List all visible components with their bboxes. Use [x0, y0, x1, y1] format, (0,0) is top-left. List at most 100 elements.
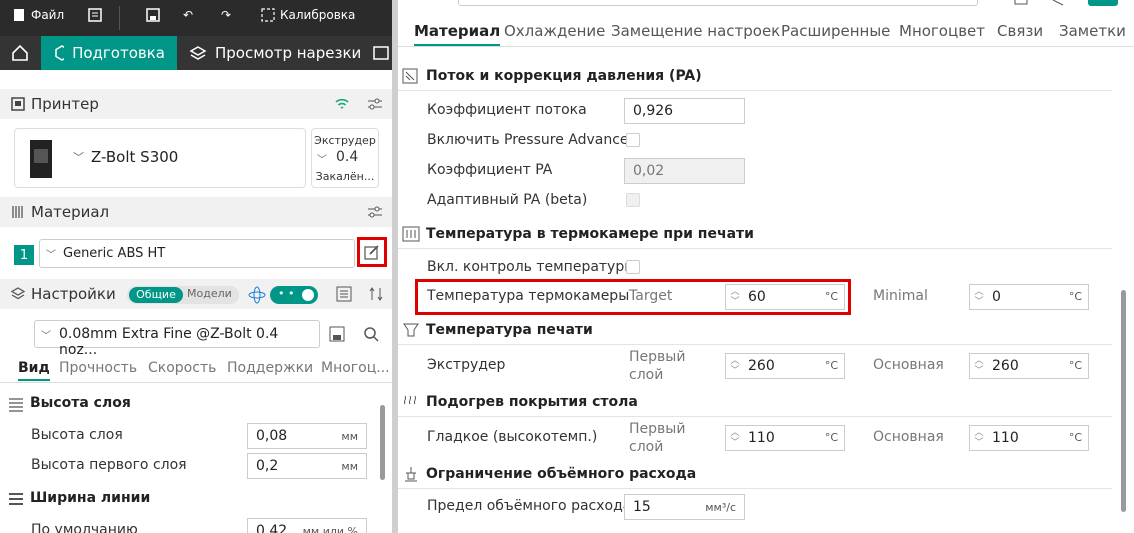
- toggle-common[interactable]: Общие: [129, 287, 183, 303]
- left-panel-scrollbar[interactable]: [380, 405, 385, 480]
- volumetric-input[interactable]: 15 мм³/с: [624, 494, 745, 520]
- spin-arrows-icon[interactable]: ︿ ﹀: [730, 356, 740, 378]
- subtab-speed[interactable]: Скорость: [148, 360, 216, 376]
- tab-cooling[interactable]: Охлаждение: [504, 22, 605, 40]
- volumetric-speed-icon: [405, 467, 417, 482]
- toolbar-divider: [119, 6, 120, 30]
- line-width-icon: [9, 493, 23, 505]
- tab-multimaterial[interactable]: Многоцвет: [899, 22, 985, 40]
- subtab-support[interactable]: Поддержки: [227, 360, 313, 376]
- dialog-scrollbar[interactable]: [1121, 290, 1126, 512]
- flow-ratio-input[interactable]: 0,926: [624, 98, 745, 124]
- layer-height-input[interactable]: 0,08 мм: [247, 423, 367, 449]
- save-button[interactable]: [146, 8, 160, 22]
- extruder-first-layer-unit: °C: [824, 359, 838, 372]
- first-layer-height-input[interactable]: 0,2 мм: [247, 453, 367, 479]
- advanced-toggle[interactable]: • •: [270, 286, 318, 304]
- calibration-menu[interactable]: Калибровка: [261, 8, 355, 22]
- chevron-down-icon: ﹀: [73, 151, 84, 164]
- default-line-width-input[interactable]: 0,42 мм или %: [247, 518, 367, 533]
- tab-setting-overrides[interactable]: Замещение настроек: [611, 22, 780, 40]
- heated-bed-icon: [403, 395, 417, 405]
- top-toolbar: Файл ↶ ↷ Калибровка: [0, 0, 400, 36]
- volumetric-section-header: Ограничение объёмного расхода: [398, 465, 1112, 489]
- toggle-models[interactable]: Модели: [187, 287, 232, 300]
- home-tab[interactable]: [0, 36, 40, 70]
- flow-ratio-label: Коэффициент потока: [427, 102, 587, 118]
- chevron-down-icon: ﹀: [317, 155, 327, 166]
- pa-ratio-label: Коэффициент PA: [427, 162, 553, 178]
- printer-settings-icon[interactable]: [367, 96, 383, 112]
- subtab-multimaterial[interactable]: Многоц...: [321, 360, 390, 376]
- pa-enable-checkbox[interactable]: [626, 133, 640, 147]
- toggle-knob: [302, 289, 314, 301]
- filament-slot-badge: 1: [14, 245, 34, 265]
- extruder-first-layer-input[interactable]: ︿ ﹀ 260 °C: [725, 353, 845, 379]
- search-icon[interactable]: [363, 326, 379, 342]
- menu-button[interactable]: [88, 8, 102, 22]
- printer-selector[interactable]: ﹀ Z-Bolt S300: [14, 128, 306, 188]
- extruder-first-layer-value: 260: [748, 358, 775, 374]
- layer-height-group-title: Высота слоя: [30, 395, 131, 411]
- file-menu[interactable]: Файл: [12, 8, 64, 22]
- first-layer-height-value: 0,2: [256, 458, 279, 474]
- subtab-quality[interactable]: Вид: [18, 360, 50, 381]
- volumetric-label: Предел объёмного расхода: [427, 498, 632, 514]
- calibration-icon: [261, 8, 275, 22]
- material-settings-icon[interactable]: [367, 204, 383, 220]
- undo-button[interactable]: ↶: [183, 8, 193, 22]
- tab-filament[interactable]: Материал: [414, 22, 501, 46]
- hardened-nozzle-label: Закалён...: [315, 170, 375, 183]
- pa-enable-label: Включить Pressure Advance: [427, 132, 629, 148]
- tab-prepare-label: Подготовка: [72, 44, 165, 62]
- tab-dependencies[interactable]: Связи: [997, 22, 1043, 40]
- redo-button[interactable]: ↷: [221, 8, 231, 22]
- flow-ratio-value: 0,926: [633, 103, 674, 119]
- layer-height-unit: мм: [341, 430, 358, 443]
- atom-icon[interactable]: [248, 286, 266, 304]
- wifi-icon[interactable]: [334, 96, 350, 112]
- bed-main-input[interactable]: ︿ ﹀ 110 °C: [969, 425, 1089, 451]
- save-preset-icon[interactable]: [329, 326, 345, 342]
- tab-advanced[interactable]: Расширенные: [781, 22, 890, 40]
- subtab-strength[interactable]: Прочность: [59, 360, 137, 376]
- edit-icon: [364, 245, 379, 260]
- list-icon[interactable]: [336, 286, 352, 302]
- edit-filament-button[interactable]: [357, 237, 387, 267]
- tab-preview[interactable]: Просмотр нарезки: [177, 36, 373, 70]
- adaptive-pa-checkbox[interactable]: [626, 193, 640, 207]
- tab-preview-label: Просмотр нарезки: [215, 44, 362, 62]
- nozzle-diameter: 0.4: [336, 149, 359, 165]
- process-preset-selector[interactable]: ﹀ 0.08mm Extra Fine @Z-Bolt 0.4 noz...: [34, 320, 320, 358]
- first-layer-height-label: Высота первого слоя: [31, 457, 187, 473]
- chamber-minimal-input[interactable]: ︿ ﹀ 0 °C: [969, 284, 1089, 310]
- bed-first-layer-unit: °C: [824, 431, 838, 444]
- compare-icon[interactable]: [368, 286, 384, 302]
- spin-arrows-icon[interactable]: ︿ ﹀: [974, 287, 984, 309]
- extruder-temp-label: Экструдер: [427, 357, 506, 373]
- spin-arrows-icon[interactable]: ︿ ﹀: [730, 428, 740, 450]
- bed-section-header: Подогрев покрытия стола: [398, 393, 1112, 417]
- extruder-main-unit: °C: [1068, 359, 1082, 372]
- extruder-main-input[interactable]: ︿ ﹀ 260 °C: [969, 353, 1089, 379]
- volumetric-unit: мм³/с: [705, 501, 736, 514]
- spin-arrows-icon[interactable]: ︿ ﹀: [974, 428, 984, 450]
- chamber-minimal-value: 0: [992, 289, 1001, 305]
- tab-device[interactable]: [372, 36, 390, 70]
- spin-arrows-icon[interactable]: ︿ ﹀: [974, 356, 984, 378]
- bed-first-layer-input[interactable]: ︿ ﹀ 110 °C: [725, 425, 845, 451]
- print-temp-section-title: Температура печати: [426, 322, 593, 338]
- chamber-control-label: Вкл. контроль температуры: [427, 259, 636, 275]
- filament-name: Generic ABS HT: [63, 246, 166, 261]
- tab-prepare[interactable]: Подготовка: [41, 36, 177, 70]
- first-layer-height-unit: мм: [341, 460, 358, 473]
- pa-ratio-input[interactable]: 0,02: [624, 158, 745, 184]
- extruder-card[interactable]: Экструдер ﹀ 0.4 Закалён...: [311, 128, 379, 188]
- default-line-width-label: По умолчанию: [31, 522, 138, 533]
- filament-selector[interactable]: ﹀ Generic ABS HT: [39, 239, 355, 268]
- process-subtabs: Вид Прочность Скорость Поддержки Многоц.…: [0, 355, 392, 383]
- settings-scope-toggle[interactable]: Общие Модели: [127, 286, 239, 304]
- chamber-control-checkbox[interactable]: [626, 260, 640, 274]
- tab-notes[interactable]: Заметки: [1059, 22, 1126, 40]
- chamber-minimal-label: Minimal: [873, 288, 928, 304]
